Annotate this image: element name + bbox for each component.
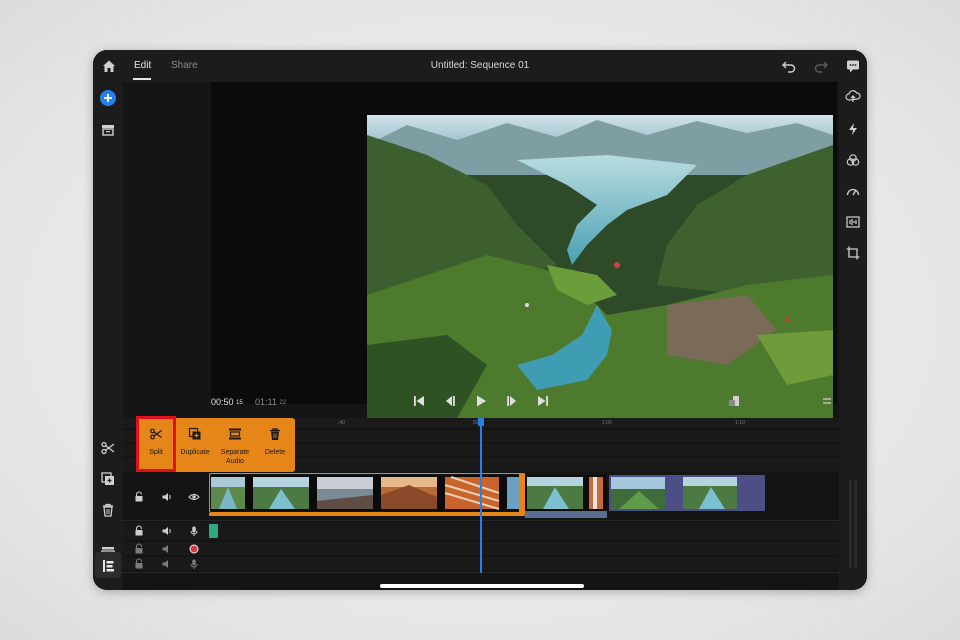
- audio-meter-left: [849, 480, 852, 568]
- video-frame: [367, 115, 833, 418]
- video-clip[interactable]: [525, 475, 607, 511]
- step-back-icon[interactable]: [443, 394, 457, 408]
- timeline-tracks-icon: [103, 560, 114, 572]
- scissors-icon[interactable]: [100, 440, 116, 456]
- eye-icon[interactable]: [188, 491, 200, 503]
- pointer-settings-icon[interactable]: [100, 588, 116, 590]
- lock-icon[interactable]: [133, 491, 145, 503]
- separate-audio-label: Separate Audio: [214, 448, 256, 466]
- media-bin-icon[interactable]: [100, 122, 116, 138]
- current-time: 00:50: [211, 397, 234, 407]
- duplicate-icon[interactable]: [100, 471, 116, 487]
- undo-icon[interactable]: [781, 58, 797, 74]
- app-window: Edit Share Untitled: Sequence 01 00:50 1…: [93, 50, 867, 590]
- left-toolbar: [93, 82, 123, 590]
- video-clip[interactable]: [609, 475, 765, 511]
- audio-waveform-icon[interactable]: [845, 214, 861, 230]
- audio-meter-right: [854, 480, 857, 568]
- playhead-handle[interactable]: [478, 418, 484, 426]
- top-bar: Edit Share Untitled: Sequence 01: [93, 50, 867, 82]
- crop-icon[interactable]: [845, 245, 861, 261]
- current-frames: 15: [236, 400, 243, 406]
- sequence-title: Untitled: Sequence 01: [430, 60, 530, 71]
- audio-clip[interactable]: [209, 524, 218, 538]
- duplicate-button[interactable]: Duplicate: [176, 418, 214, 472]
- lock-open-icon[interactable]: [133, 543, 145, 555]
- add-media-button[interactable]: [100, 90, 116, 106]
- redo-icon[interactable]: [813, 58, 829, 74]
- ruler-label-40: :40: [338, 420, 345, 426]
- speaker-icon[interactable]: [161, 543, 173, 555]
- lightning-icon[interactable]: [845, 121, 861, 137]
- delete-label: Delete: [264, 449, 286, 456]
- speed-gauge-icon[interactable]: [845, 183, 861, 199]
- trash-icon: [270, 428, 280, 440]
- total-time: 01:11: [255, 397, 277, 407]
- separate-audio-label-line1: Separate: [220, 449, 250, 456]
- duplicate-icon: [188, 427, 201, 440]
- clip-bar: [525, 511, 607, 518]
- trash-icon[interactable]: [100, 502, 116, 518]
- right-toolbar: [839, 82, 867, 590]
- split-highlight-box: [136, 416, 176, 472]
- record-icon[interactable]: [188, 543, 200, 555]
- plus-icon: [104, 94, 112, 102]
- total-timecode: 01:11 22: [255, 397, 286, 407]
- delete-button[interactable]: Delete: [256, 418, 294, 472]
- color-icon[interactable]: [845, 152, 861, 168]
- speaker-icon[interactable]: [161, 525, 173, 537]
- home-indicator: [380, 584, 584, 588]
- cloud-upload-icon[interactable]: [845, 88, 861, 104]
- skip-to-end-icon[interactable]: [536, 394, 550, 408]
- microphone-icon[interactable]: [188, 558, 200, 570]
- total-frames: 22: [279, 400, 287, 406]
- current-timecode: 00:50 15: [211, 397, 243, 407]
- speaker-icon[interactable]: [161, 491, 173, 503]
- speaker-icon[interactable]: [161, 558, 173, 570]
- separate-audio-label-line2: Audio: [226, 458, 244, 465]
- separate-audio-button[interactable]: Separate Audio: [214, 418, 256, 472]
- microphone-icon[interactable]: [188, 525, 200, 537]
- ruler-label-110: 1:10: [735, 420, 745, 426]
- video-clip-selected[interactable]: [211, 475, 520, 511]
- play-icon[interactable]: [474, 394, 488, 408]
- program-monitor: [211, 82, 837, 418]
- separate-audio-icon: [229, 428, 241, 440]
- duplicate-label: Duplicate: [180, 449, 210, 456]
- feedback-icon[interactable]: [845, 58, 861, 74]
- lock-open-icon[interactable]: [133, 558, 145, 570]
- timeline-menu-icon[interactable]: [820, 394, 834, 408]
- aspect-ratio-icon[interactable]: [727, 394, 741, 408]
- step-forward-icon[interactable]: [505, 394, 519, 408]
- tab-edit-indicator: [133, 78, 151, 80]
- playhead[interactable]: [480, 426, 482, 573]
- selected-clip-bar: [209, 513, 522, 516]
- skip-to-start-icon[interactable]: [412, 394, 426, 408]
- ruler-label-100: 1:00: [602, 420, 612, 426]
- lock-open-icon[interactable]: [133, 525, 145, 537]
